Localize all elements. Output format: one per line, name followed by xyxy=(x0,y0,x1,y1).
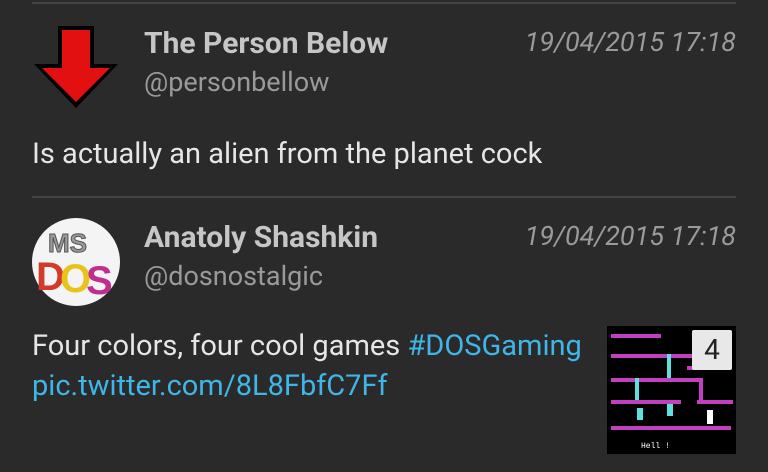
ms-dos-logo: MS D O S xyxy=(32,218,120,306)
timestamp: 19/04/2015 17:18 xyxy=(524,26,736,58)
svg-text:S: S xyxy=(86,259,113,303)
display-name[interactable]: The Person Below xyxy=(144,26,388,61)
display-name[interactable]: Anatoly Shashkin xyxy=(144,220,378,255)
user-handle[interactable]: @personbellow xyxy=(144,66,329,98)
media-thumbnail[interactable]: Hell ! 4 xyxy=(607,326,736,454)
tweet-text: Is actually an alien from the planet coc… xyxy=(32,137,543,171)
tweet-text: Four colors, four cool games #DOSGaming … xyxy=(32,326,602,406)
media-caption: Hell ! xyxy=(641,442,670,451)
avatar[interactable]: MS D O S xyxy=(32,218,120,306)
user-handle[interactable]: @dosnostalgic xyxy=(144,260,323,292)
media-count-badge: 4 xyxy=(692,330,732,370)
svg-text:MS: MS xyxy=(48,228,87,258)
timestamp: 19/04/2015 17:18 xyxy=(524,220,736,252)
hashtag-link[interactable]: #DOSGaming xyxy=(407,329,581,363)
pic-link[interactable]: pic.twitter.com/8L8FbfC7Ff xyxy=(32,369,388,403)
tweet-text-plain: Four colors, four cool games xyxy=(32,329,408,363)
avatar[interactable] xyxy=(32,24,120,112)
tweet-item[interactable]: The Person Below @personbellow 19/04/201… xyxy=(0,0,768,196)
red-down-arrow-icon xyxy=(34,26,118,108)
tweet-feed: The Person Below @personbellow 19/04/201… xyxy=(0,0,768,472)
